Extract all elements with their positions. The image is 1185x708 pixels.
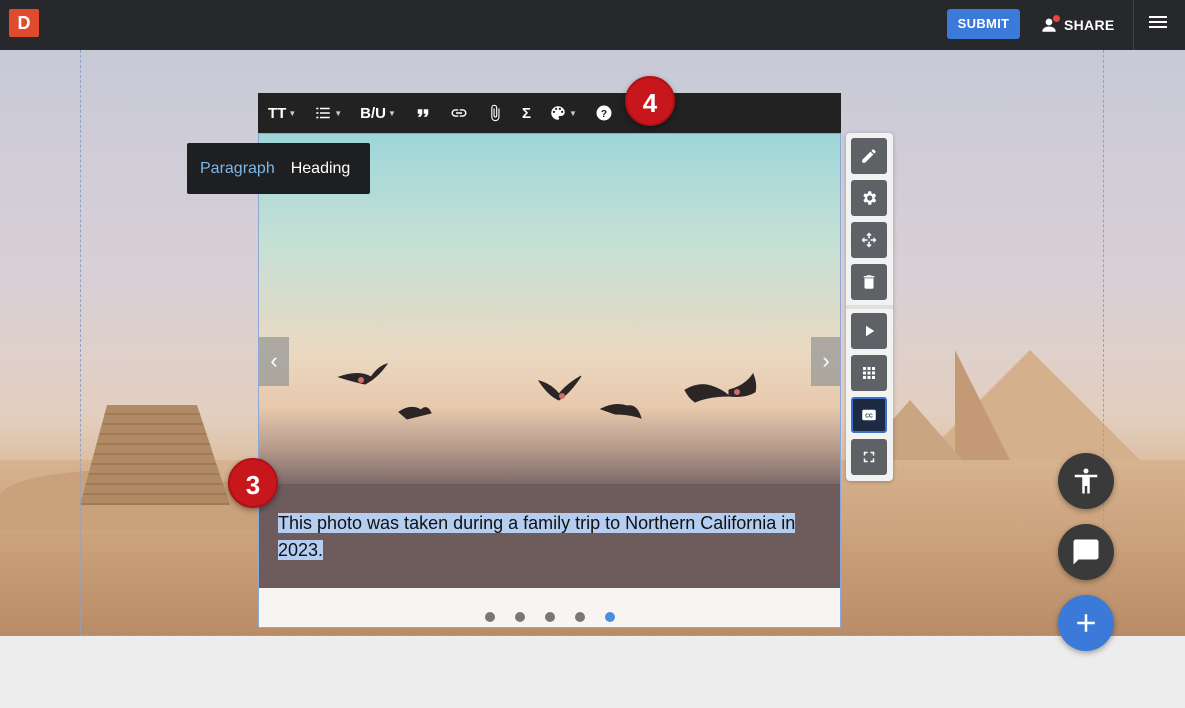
text-size-icon[interactable]: TT ▼ <box>268 105 296 122</box>
help-icon[interactable]: ? <box>595 104 613 122</box>
slide-dot[interactable] <box>575 612 585 622</box>
grid-icon[interactable] <box>851 355 887 391</box>
text-size-label: TT <box>268 104 287 122</box>
bold-underline-label: B/U <box>360 104 387 122</box>
closed-captions-icon[interactable]: CC <box>851 397 887 433</box>
heading-option[interactable]: Heading <box>291 160 351 178</box>
layout-guide-left <box>80 50 81 636</box>
prev-slide-button[interactable]: ‹ <box>259 337 289 386</box>
slide-dot-active[interactable] <box>605 612 615 622</box>
chat-icon <box>1073 539 1099 565</box>
palette-icon[interactable]: ▼ <box>549 104 577 122</box>
top-bar: D SUBMIT SHARE <box>0 0 1185 50</box>
paragraph-option[interactable]: Paragraph <box>200 160 275 178</box>
selected-caption-text[interactable]: This photo was taken during a family tri… <box>278 513 796 560</box>
plus-icon <box>1077 614 1095 632</box>
edit-icon[interactable] <box>851 138 887 174</box>
slide-dot[interactable] <box>515 612 525 622</box>
ruin <box>80 405 230 505</box>
bold-underline-icon[interactable]: B/U ▼ <box>360 105 396 122</box>
tools-divider <box>846 305 893 309</box>
move-icon[interactable] <box>851 222 887 258</box>
share-button[interactable]: SHARE <box>1040 14 1115 36</box>
text-editor-toolbar: TT ▼ ▼ B/U ▼ Σ ▼ ? <box>258 93 841 133</box>
attachment-icon[interactable] <box>486 104 504 122</box>
math-icon[interactable]: Σ <box>522 105 531 122</box>
step-badge-3: 3 <box>228 458 278 508</box>
step-badge-4: 4 <box>625 76 675 126</box>
person-icon <box>1040 15 1060 34</box>
divider <box>1133 0 1134 50</box>
slide-indicators <box>485 612 615 622</box>
slide-dot[interactable] <box>485 612 495 622</box>
slideshow[interactable]: This photo was taken during a family tri… <box>258 133 841 628</box>
settings-icon[interactable] <box>851 180 887 216</box>
app-logo[interactable]: D <box>9 9 39 37</box>
chat-button[interactable] <box>1058 524 1114 580</box>
svg-text:?: ? <box>601 108 607 120</box>
list-icon[interactable]: ▼ <box>314 104 342 122</box>
link-icon[interactable] <box>450 104 468 122</box>
delete-icon[interactable] <box>851 264 887 300</box>
slide-dot[interactable] <box>545 612 555 622</box>
share-label: SHARE <box>1064 17 1115 33</box>
add-block-button[interactable] <box>1058 595 1114 651</box>
play-icon[interactable] <box>851 313 887 349</box>
hamburger-menu-icon[interactable] <box>1149 16 1167 32</box>
quote-icon[interactable] <box>414 104 432 122</box>
accessibility-icon <box>1074 468 1098 494</box>
next-slide-button[interactable]: › <box>811 337 840 386</box>
slide-caption[interactable]: This photo was taken during a family tri… <box>259 484 840 588</box>
layout-guide-bottom <box>80 635 1104 636</box>
submit-button[interactable]: SUBMIT <box>947 9 1020 39</box>
block-tools-panel: CC <box>846 133 893 481</box>
caption-text[interactable]: This photo was taken during a family tri… <box>278 510 818 564</box>
accessibility-button[interactable] <box>1058 453 1114 509</box>
text-style-popover: Paragraph Heading <box>187 143 370 194</box>
svg-text:CC: CC <box>865 413 873 419</box>
notification-dot <box>1053 15 1060 22</box>
fullscreen-icon[interactable] <box>851 439 887 475</box>
